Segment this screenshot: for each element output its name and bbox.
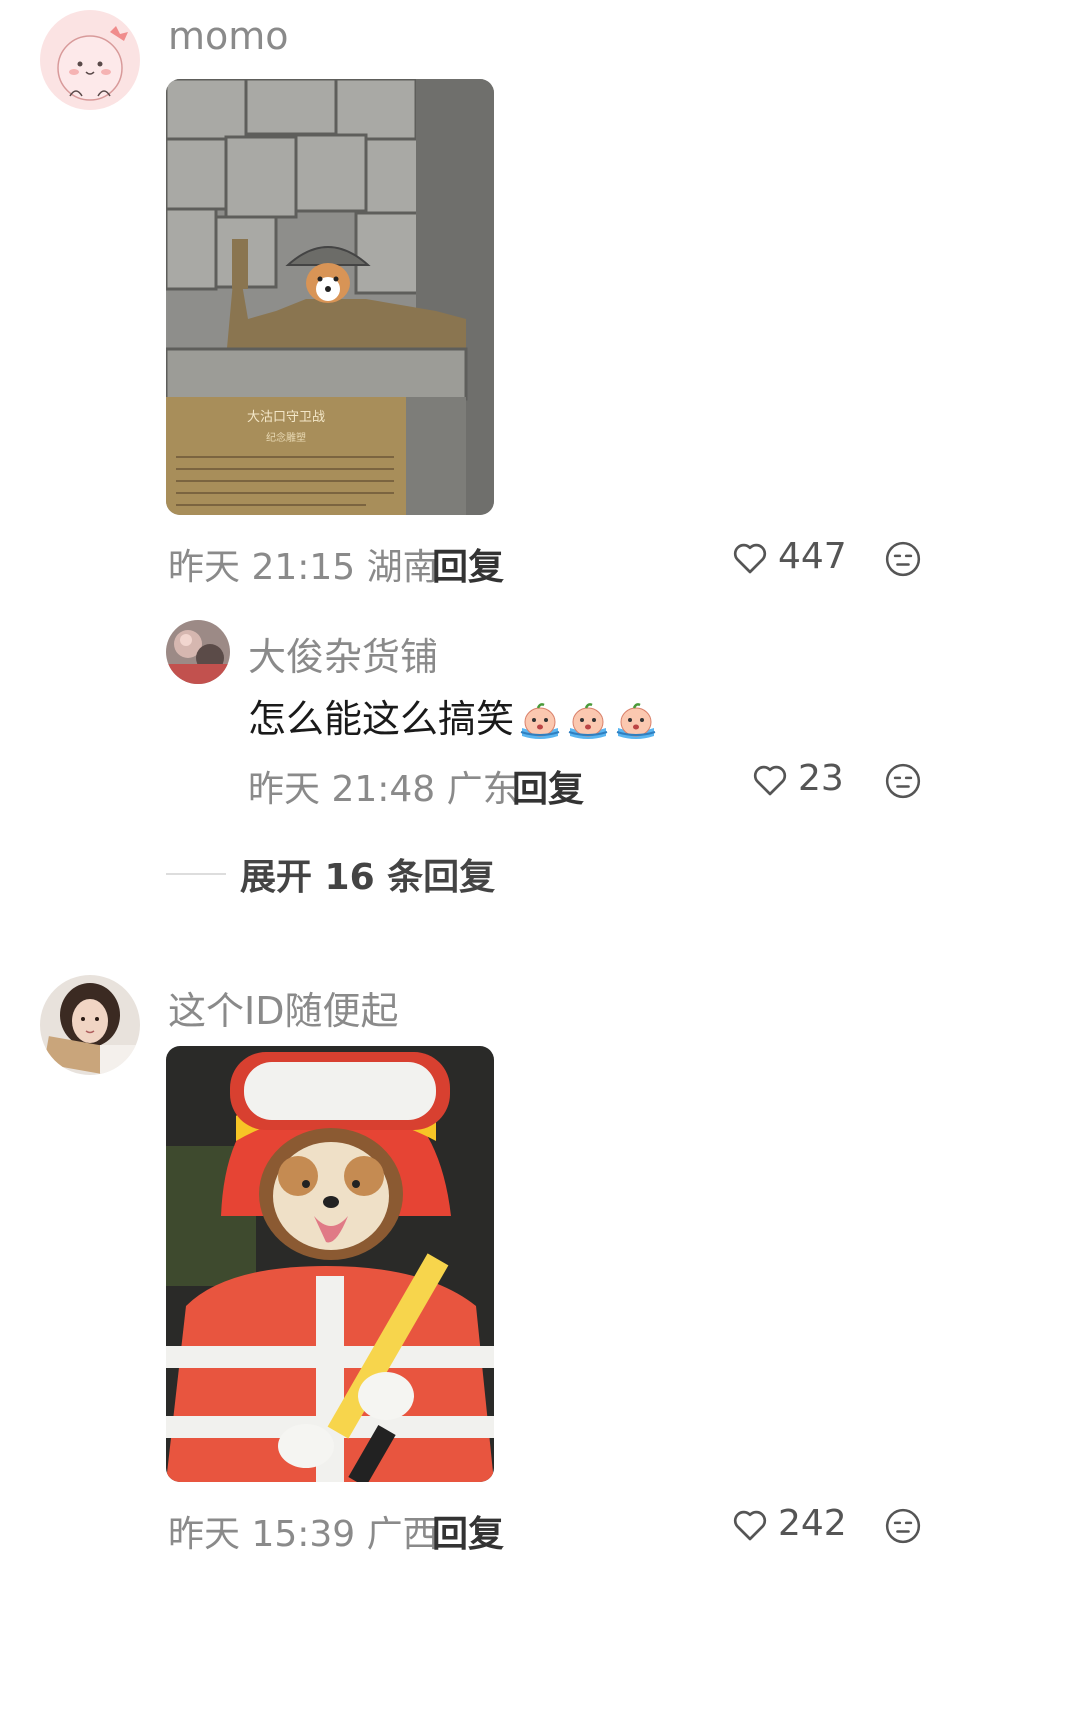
- reply-like-button[interactable]: 23: [750, 758, 844, 799]
- unamused-face-icon: [885, 763, 921, 799]
- heart-outline-icon: [753, 765, 787, 795]
- dislike-button[interactable]: [884, 540, 922, 582]
- heart-outline-icon: [733, 1510, 767, 1540]
- reply-button[interactable]: 回复: [432, 538, 504, 590]
- unamused-face-icon: [885, 1508, 921, 1544]
- crying-peach-emoji: [520, 702, 560, 739]
- expand-replies-label: 展开 16 条回复: [240, 857, 496, 898]
- reply-reply-button[interactable]: 回复: [512, 760, 584, 812]
- like-count: 447: [778, 536, 847, 577]
- divider-line: [166, 873, 226, 875]
- avatar-momo[interactable]: [40, 10, 140, 110]
- crying-peach-emoji: [616, 702, 656, 739]
- like-button[interactable]: 242: [730, 1503, 847, 1544]
- unamused-face-icon: [885, 541, 921, 577]
- reply-meta: 昨天 21:48 广东: [248, 769, 519, 810]
- comment-meta: 昨天 15:39 广西: [168, 1514, 439, 1555]
- plaque-title: 大沽口守卫战: [247, 410, 325, 425]
- comment-photo-statue-corgi[interactable]: 大沽口守卫战 纪念雕塑: [166, 79, 494, 515]
- like-count: 242: [778, 1503, 847, 1544]
- reply-username[interactable]: 大俊杂货铺: [248, 626, 438, 681]
- avatar-suibianqi[interactable]: [40, 975, 140, 1075]
- expand-replies-button[interactable]: 展开 16 条回复: [166, 848, 495, 900]
- crying-peach-emoji: [568, 702, 608, 739]
- heart-outline-icon: [733, 543, 767, 573]
- avatar-dajun[interactable]: [166, 620, 230, 684]
- username[interactable]: 这个ID随便起: [168, 980, 398, 1035]
- dislike-button[interactable]: [884, 1507, 922, 1549]
- reply-dislike-button[interactable]: [884, 762, 922, 804]
- plaque-subtitle: 纪念雕塑: [266, 431, 306, 444]
- comment-meta: 昨天 21:15 湖南: [168, 547, 439, 588]
- reply-text: 怎么能这么搞笑: [248, 697, 515, 741]
- like-button[interactable]: 447: [730, 536, 847, 577]
- reply-like-count: 23: [798, 758, 844, 799]
- username[interactable]: momo: [168, 14, 289, 58]
- comment-photo-firefighter-dog[interactable]: [166, 1046, 494, 1482]
- reply-button[interactable]: 回复: [432, 1505, 504, 1557]
- reply-content: 怎么能这么搞笑: [248, 688, 658, 743]
